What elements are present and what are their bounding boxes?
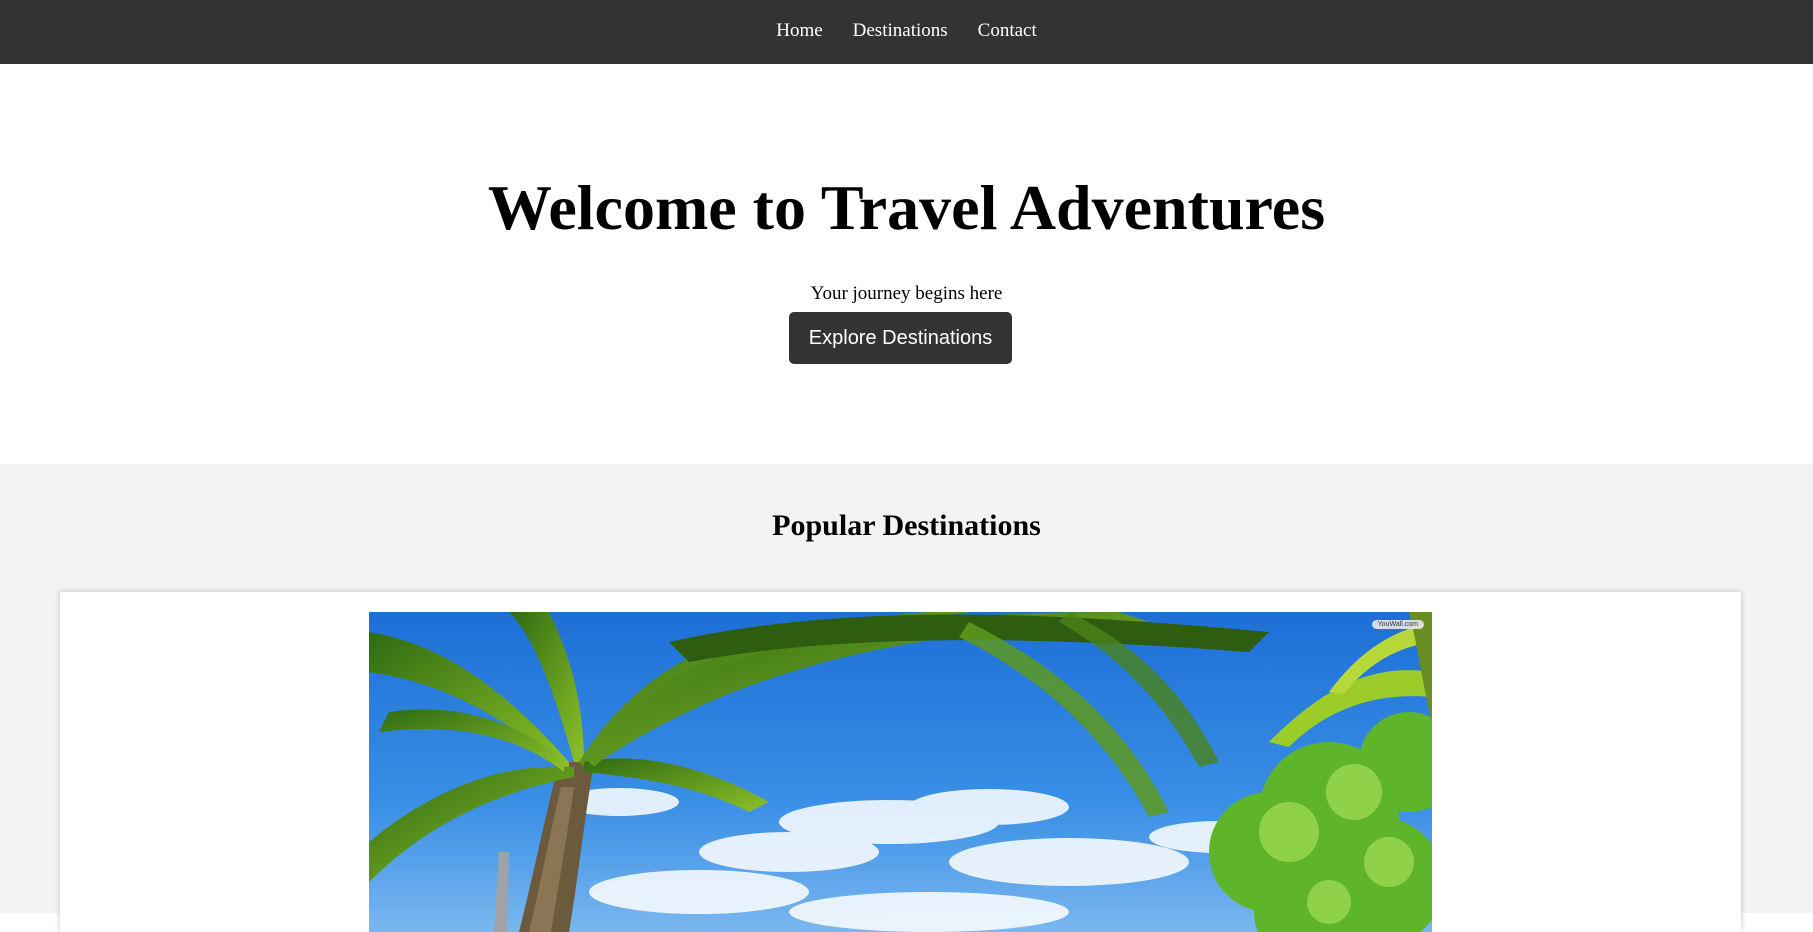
tropical-beach-photo: YouWall.com	[369, 612, 1432, 932]
top-navbar: Home Destinations Contact	[0, 0, 1813, 64]
nav-link-contact[interactable]: Contact	[978, 20, 1037, 42]
hero-tagline: Your journey begins here	[810, 283, 1003, 304]
destination-card[interactable]: YouWall.com	[60, 592, 1741, 932]
image-watermark: YouWall.com	[1371, 620, 1424, 629]
hero-title: Welcome to Travel Adventures	[487, 172, 1326, 243]
explore-destinations-button[interactable]: Explore Destinations	[789, 312, 1012, 364]
hero-section: Welcome to Travel Adventures Your journe…	[0, 64, 1813, 464]
palm-beach-illustration	[369, 612, 1432, 932]
nav-link-home[interactable]: Home	[776, 20, 822, 42]
nav-link-destinations[interactable]: Destinations	[853, 20, 948, 42]
popular-destinations-section: Popular Destinations YouWall.com	[0, 464, 1813, 932]
section-heading: Popular Destinations	[772, 509, 1041, 542]
